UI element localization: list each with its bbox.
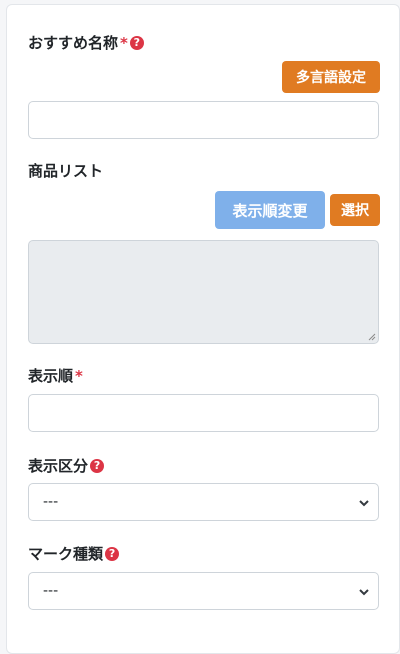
help-icon[interactable]: ? — [105, 546, 120, 561]
display-category-selected: --- — [43, 494, 59, 510]
product-list-label-text: 商品リスト — [28, 162, 104, 180]
chevron-down-icon — [359, 500, 369, 507]
recommend-name-input[interactable] — [28, 101, 379, 139]
multilang-settings-button[interactable]: 多言語設定 — [282, 61, 380, 93]
resize-grip-icon[interactable] — [368, 333, 376, 341]
display-category-label: 表示区分 ? — [28, 455, 105, 476]
product-list-textarea — [28, 240, 379, 344]
reorder-button[interactable]: 表示順変更 — [215, 191, 325, 229]
required-mark: * — [120, 33, 128, 52]
help-icon[interactable]: ? — [129, 35, 144, 50]
recommend-name-label-text: おすすめ名称 — [28, 34, 119, 52]
display-order-input[interactable] — [28, 394, 379, 432]
help-icon[interactable]: ? — [90, 458, 105, 473]
product-list-label: 商品リスト — [28, 160, 103, 181]
display-category-select[interactable]: --- — [28, 483, 379, 521]
display-category-label-text: 表示区分 — [28, 457, 89, 475]
mark-type-select[interactable]: --- — [28, 572, 379, 610]
display-order-label: 表示順 * — [28, 365, 83, 386]
select-products-button[interactable]: 選択 — [330, 194, 380, 226]
mark-type-selected: --- — [43, 583, 59, 599]
mark-type-label: マーク種類 ? — [28, 543, 120, 564]
mark-type-label-text: マーク種類 — [28, 545, 104, 563]
display-order-label-text: 表示順 — [28, 367, 74, 385]
recommend-name-label: おすすめ名称 * ? — [28, 32, 144, 53]
chevron-down-icon — [359, 589, 369, 596]
required-mark: * — [75, 366, 83, 385]
form-card: おすすめ名称 * ? 多言語設定 商品リスト 表示順変更 選択 表示順 * 表示… — [6, 4, 400, 654]
